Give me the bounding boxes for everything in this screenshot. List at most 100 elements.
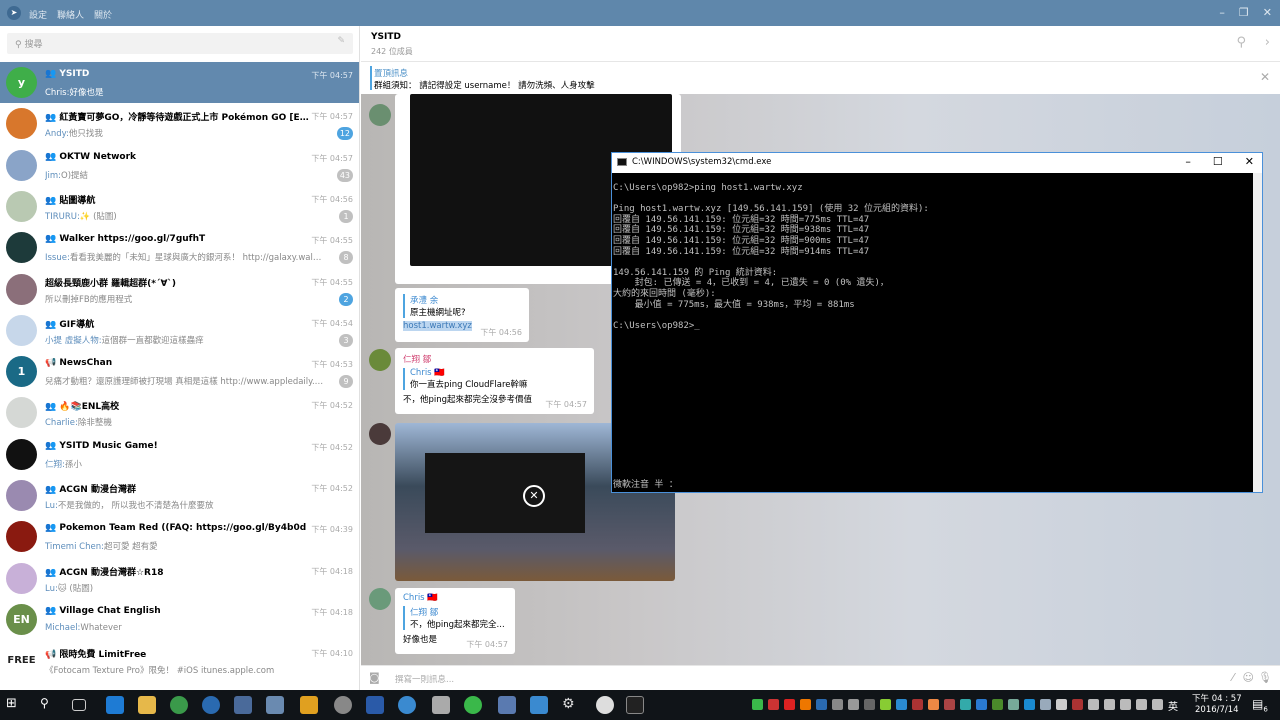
tray-icon[interactable]	[1056, 699, 1067, 710]
chat-list-item[interactable]: FREE 📢 限時免費 LimitFree 下午 04:10 《Fotocam …	[0, 640, 359, 681]
cmd-minimize-button[interactable]: –	[1185, 155, 1191, 168]
tray-icon[interactable]	[992, 699, 1003, 710]
chat-list-item[interactable]: 👥 GIF導航 下午 04:54 小提 虛擬人物:這個群一直都歡迎這樣蟲痒 3	[0, 310, 359, 351]
tray-icon[interactable]	[880, 699, 891, 710]
cmd-close-button[interactable]: ✕	[1245, 155, 1254, 168]
menu-about[interactable]: 關於	[94, 8, 112, 21]
app-icon[interactable]	[334, 696, 352, 714]
app-icon[interactable]	[432, 696, 450, 714]
bot-command-icon[interactable]: ⁄	[1232, 671, 1234, 684]
tray-icon[interactable]	[752, 699, 763, 710]
chat-list-item[interactable]: 超級長頸鹿小群 羅輯超群(*´∀`) 下午 04:55 所以刪掉FB的應用程式 …	[0, 269, 359, 310]
avatar[interactable]	[369, 104, 391, 126]
start-windows-icon[interactable]: ⊞	[6, 696, 24, 714]
network-icon[interactable]	[1088, 699, 1099, 710]
action-center-icon[interactable]: ▤6	[1252, 697, 1268, 713]
chat-list-item[interactable]: 👥 🔥📚ENL高校 下午 04:52 Charlie:除非整機	[0, 392, 359, 433]
tray-icon[interactable]	[1024, 699, 1035, 710]
tray-icon[interactable]	[896, 699, 907, 710]
download-cancel-icon[interactable]: ✕	[523, 485, 545, 507]
search-icon[interactable]: ⚲	[1236, 35, 1246, 50]
chat-list-item[interactable]: 👥 Pokemon Team Red ((FAQ: https://goo.gl…	[0, 516, 359, 557]
emoji-icon[interactable]: ☺	[1243, 671, 1254, 684]
word-icon[interactable]	[366, 696, 384, 714]
tray-icon[interactable]	[960, 699, 971, 710]
cmd-title-bar[interactable]: C:\WINDOWS\system32\cmd.exe – ☐ ✕	[612, 153, 1262, 173]
chat-list-item[interactable]: 👥 ACGN 動漫台灣群☆R18 下午 04:18 Lu:🐱 (貼圖)	[0, 558, 359, 599]
chat-list-item[interactable]: 👥 紅黃寶可夢GO，冷靜等待遊戲正式上市 Pokémon GO [ENL] 本.…	[0, 103, 359, 144]
chat-list-item[interactable]: y 👥 YSITD 下午 04:57 Chris:好像也是	[0, 62, 359, 103]
reply-quote-name[interactable]: 承澧 余	[410, 294, 521, 306]
cmd-maximize-button[interactable]: ☐	[1213, 155, 1223, 168]
app-icon[interactable]	[234, 696, 252, 714]
minimize-button[interactable]: –	[1219, 6, 1225, 19]
tray-icon[interactable]	[864, 699, 875, 710]
app-icon[interactable]	[596, 696, 614, 714]
pen-icon[interactable]	[1136, 699, 1147, 710]
chat-list-item[interactable]: 👥 YSITD Music Game! 下午 04:52 仁翔:孫小	[0, 434, 359, 475]
tray-icon[interactable]	[1040, 699, 1051, 710]
chevron-right-icon[interactable]: ›	[1265, 35, 1270, 50]
app-icon[interactable]	[266, 696, 284, 714]
message-sender[interactable]: Chris 🇹🇼	[403, 593, 507, 603]
reply-quote-name[interactable]: Chris 🇹🇼	[410, 368, 586, 378]
chat-list-item[interactable]: 1 📢 NewsChan 下午 04:53 兒痛才動粗？還原護理師被打現場 真相…	[0, 351, 359, 392]
chat-header[interactable]: YSITD 242 位成員 ⚲ ›	[361, 26, 1280, 62]
cmd-output[interactable]: C:\Users\op982>ping host1.wartw.xyz Ping…	[612, 173, 1262, 331]
menu-settings[interactable]: 設定	[29, 8, 47, 21]
close-pinned-icon[interactable]: ✕	[1260, 70, 1270, 84]
line-icon[interactable]	[464, 696, 482, 714]
tray-icon[interactable]	[784, 699, 795, 710]
wifi-icon[interactable]	[1120, 699, 1131, 710]
maximize-button[interactable]: ❐	[1239, 6, 1249, 19]
tray-icon[interactable]	[944, 699, 955, 710]
pinned-message[interactable]: 置頂訊息 群組須知： 請記得設定 username！ 請勿洗頻、人身攻擊 ✕	[361, 62, 1280, 94]
chat-list-item[interactable]: 👥 OKTW Network 下午 04:57 Jim:O)提結 43	[0, 145, 359, 186]
chat-list-item[interactable]: EN 👥 Village Chat English 下午 04:18 Micha…	[0, 599, 359, 640]
camera-attach-icon[interactable]: ◙	[369, 671, 380, 684]
cmd-taskbar-icon[interactable]	[626, 696, 644, 714]
volume-icon[interactable]	[1104, 699, 1115, 710]
app-icon[interactable]	[530, 696, 548, 714]
edge-icon[interactable]	[106, 696, 124, 714]
tray-icon[interactable]	[832, 699, 843, 710]
tray-icon[interactable]	[768, 699, 779, 710]
tray-icon[interactable]	[816, 699, 827, 710]
cmd-window[interactable]: C:\WINDOWS\system32\cmd.exe – ☐ ✕ C:\Use…	[611, 152, 1263, 493]
file-explorer-icon[interactable]	[138, 696, 156, 714]
avatar[interactable]	[369, 588, 391, 610]
tray-icon[interactable]	[928, 699, 939, 710]
compose-pencil-icon[interactable]: ✎	[337, 36, 345, 46]
chrome-icon[interactable]	[170, 696, 188, 714]
close-button[interactable]: ✕	[1263, 6, 1272, 19]
microphone-icon[interactable]: 🎙	[1258, 671, 1272, 684]
settings-gear-icon[interactable]: ⚙	[562, 696, 580, 714]
app-icon[interactable]	[498, 696, 516, 714]
app-icon[interactable]	[300, 696, 318, 714]
app-icon[interactable]	[202, 696, 220, 714]
telegram-logo-icon[interactable]: ➤	[7, 6, 21, 20]
menu-contacts[interactable]: 聯絡人	[57, 8, 84, 21]
chat-list-item[interactable]: 👥 貼圖導航 下午 04:56 TIRURU:✨ (貼圖) 1	[0, 186, 359, 227]
tray-icon[interactable]	[912, 699, 923, 710]
message-sender[interactable]: 仁翔 鄒	[403, 353, 586, 365]
search-input[interactable]: ⚲ 搜尋 ✎	[7, 33, 353, 54]
chat-list-item[interactable]: 👥 Walker https://goo.gl/7gufhT 下午 04:55 …	[0, 227, 359, 268]
chat-list-item[interactable]: 👥 ACGN 動漫台灣群 下午 04:52 Lu:不是我做的， 所以我也不清楚為…	[0, 475, 359, 516]
input-language[interactable]: 英	[1168, 698, 1178, 713]
reply-quote-name[interactable]: 仁翔 鄒	[410, 606, 507, 618]
tray-icon[interactable]	[1008, 699, 1019, 710]
telegram-icon[interactable]	[398, 696, 416, 714]
avatar[interactable]	[369, 349, 391, 371]
task-view-icon[interactable]	[72, 699, 86, 711]
clock[interactable]: 下午 04 : 57 2016/7/14	[1192, 694, 1242, 716]
tray-icon[interactable]	[976, 699, 987, 710]
tray-icon[interactable]	[848, 699, 859, 710]
message-input[interactable]: 撰寫一則訊息...	[395, 673, 454, 685]
tray-icon[interactable]	[800, 699, 811, 710]
avatar[interactable]	[369, 423, 391, 445]
cmd-scrollbar[interactable]	[1253, 173, 1262, 492]
search-icon[interactable]: ⚲	[40, 696, 58, 714]
message-link[interactable]: host1.wartw.xyz	[403, 321, 472, 331]
keyboard-icon[interactable]	[1152, 699, 1163, 710]
